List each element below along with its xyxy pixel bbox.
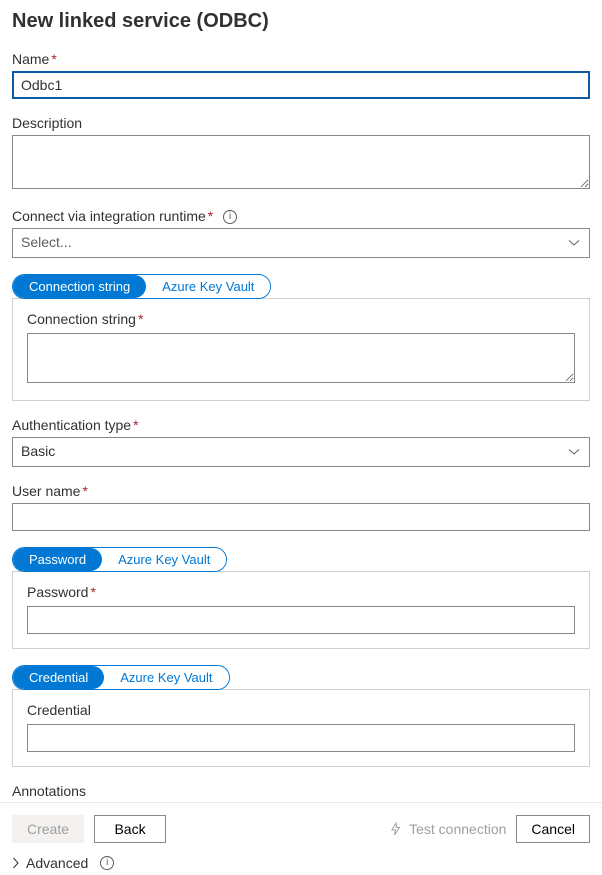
chevron-right-icon [12,857,20,869]
auth-type-label: Authentication type* [12,417,590,433]
tab-connection-string[interactable]: Connection string [13,275,146,298]
page-title: New linked service (ODBC) [12,10,590,33]
bolt-icon [389,822,403,836]
footer-bar: Create Back Test connection Cancel [0,802,602,855]
connection-string-input[interactable] [27,333,575,383]
name-label: Name* [12,51,590,67]
required-star: * [133,417,138,433]
back-button[interactable]: Back [94,815,166,843]
password-source-tabs: Password Azure Key Vault [12,547,227,572]
credential-input[interactable] [27,724,575,752]
password-box: Password* [12,571,590,649]
credential-source-tabs: Credential Azure Key Vault [12,665,230,690]
create-button: Create [12,815,84,843]
password-label: Password* [27,584,575,600]
required-star: * [51,51,56,67]
annotations-label: Annotations [12,783,590,799]
connection-string-box: Connection string* [12,298,590,401]
info-icon[interactable]: i [100,856,114,870]
user-name-label: User name* [12,483,590,499]
auth-type-select[interactable]: Basic [12,437,590,467]
cancel-button[interactable]: Cancel [516,815,590,843]
connection-string-label: Connection string* [27,311,575,327]
required-star: * [208,208,213,224]
runtime-select[interactable]: Select... [12,228,590,258]
tab-password-akv[interactable]: Azure Key Vault [102,548,226,571]
info-icon[interactable]: i [223,210,237,224]
required-star: * [82,483,87,499]
name-input[interactable] [12,71,590,99]
required-star: * [90,584,95,600]
credential-box: Credential [12,689,590,767]
tab-credential[interactable]: Credential [13,666,104,689]
credential-label: Credential [27,702,575,718]
required-star: * [138,311,143,327]
description-label: Description [12,115,590,131]
runtime-label: Connect via integration runtime* i [12,208,590,224]
test-connection-button: Test connection [389,821,506,837]
tab-credential-akv[interactable]: Azure Key Vault [104,666,228,689]
advanced-label: Advanced [26,855,88,871]
tab-password[interactable]: Password [13,548,102,571]
description-input[interactable] [12,135,590,189]
connection-source-tabs: Connection string Azure Key Vault [12,274,271,299]
user-name-input[interactable] [12,503,590,531]
test-connection-label: Test connection [409,821,506,837]
password-input[interactable] [27,606,575,634]
tab-connection-akv[interactable]: Azure Key Vault [146,275,270,298]
